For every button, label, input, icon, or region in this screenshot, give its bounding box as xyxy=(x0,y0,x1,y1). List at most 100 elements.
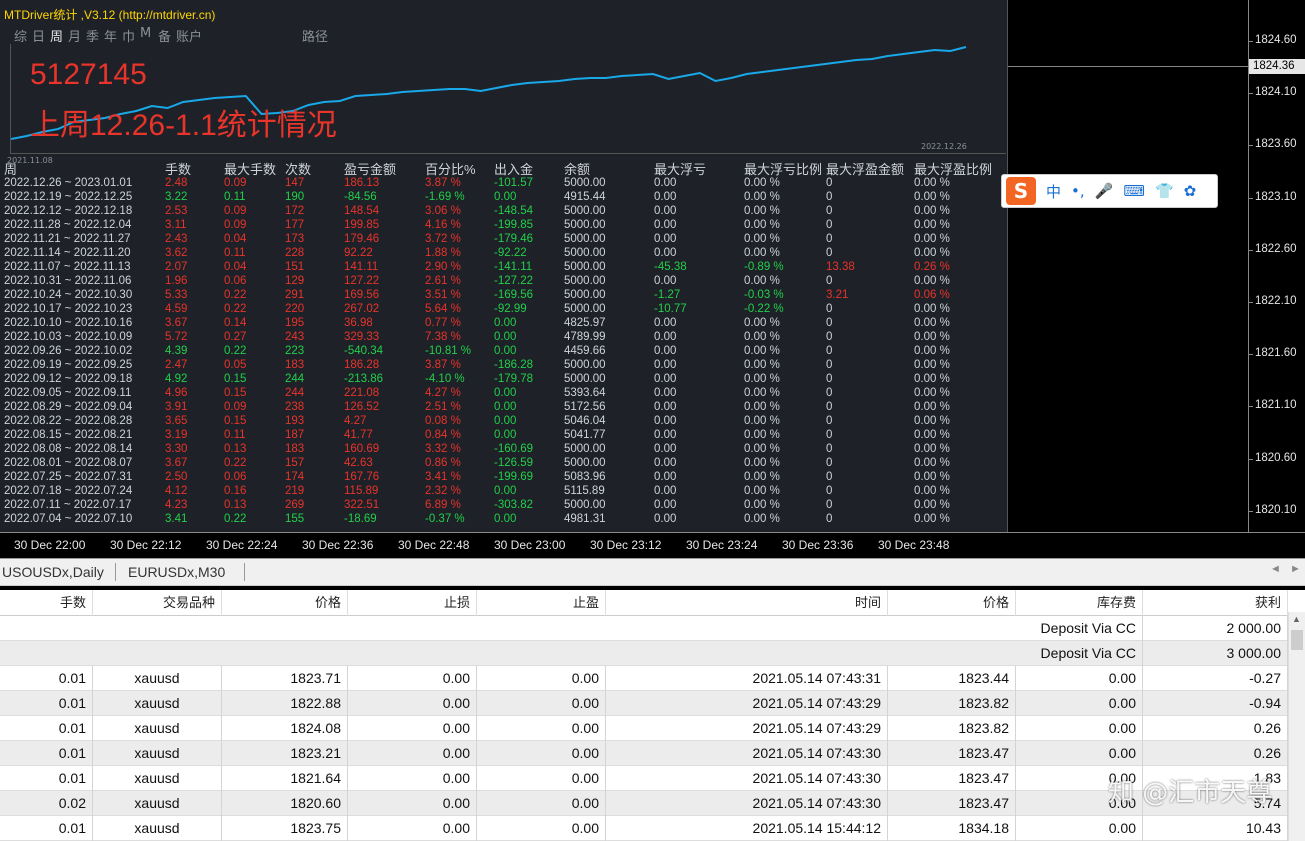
account-number: 5127145 xyxy=(30,58,147,91)
trade-header-cell[interactable]: 库存费 xyxy=(1016,590,1143,616)
ime-microphone-icon[interactable]: 🎤 xyxy=(1095,182,1114,200)
stats-cell-bal: 4825.97 xyxy=(564,317,606,329)
stats-cell-maxgainpct: 0.00 % xyxy=(914,457,950,469)
trade-cell-price: 1823.82 xyxy=(888,716,1016,741)
ime-chinese-toggle[interactable]: 中 xyxy=(1046,181,1061,202)
trade-header-cell[interactable]: 价格 xyxy=(222,590,348,616)
period-tab[interactable]: 备 xyxy=(158,26,176,45)
stats-row: 2022.11.21 ~ 2022.11.27 2.43 0.04 173 179.46… xyxy=(0,232,1007,246)
stats-cell-maxlot: 0.04 xyxy=(224,233,247,245)
trade-row[interactable]: 0.01 xauusd 1823.21 0.00 0.00 2021.05.14 07:4… xyxy=(0,741,1305,766)
period-tab[interactable]: 巾 xyxy=(122,26,140,45)
scroll-left-icon[interactable]: ◄ xyxy=(1270,563,1281,575)
chart-window[interactable]: MTDriver统计 ,V3.12 (http://mtdriver.cn) 综… xyxy=(0,0,1305,558)
stats-cell-count: 147 xyxy=(285,177,305,189)
period-tab[interactable]: M xyxy=(140,26,158,45)
ime-logo-icon[interactable]: S xyxy=(1006,177,1036,205)
stats-cell-flow: -179.46 xyxy=(494,233,534,245)
period-tab[interactable]: 日 xyxy=(32,26,50,45)
stats-cell-flow: -160.69 xyxy=(494,443,534,455)
path-tab[interactable]: 路径 xyxy=(302,26,342,45)
stats-cell-pct: 3.87 % xyxy=(425,359,461,371)
scroll-right-icon[interactable]: ► xyxy=(1290,563,1301,575)
trade-cell-price: 1823.82 xyxy=(888,691,1016,716)
symbol-tab-eurusd[interactable]: EURUSDx,M30 xyxy=(128,564,225,580)
trade-row[interactable]: 0.01 xauusd 1824.08 0.00 0.00 2021.05.14 07:4… xyxy=(0,716,1305,741)
deposit-row[interactable]: Deposit Via CC 2 000.00 xyxy=(0,616,1305,641)
trade-header-cell[interactable]: 止盈 xyxy=(477,590,606,616)
stats-cell-week: 2022.10.17 ~ 2022.10.23 xyxy=(4,303,133,315)
stats-cell-lots: 2.47 xyxy=(165,359,188,371)
stats-cell-maxgainpct: 0.00 % xyxy=(914,205,950,217)
trade-cell-lots: 0.02 xyxy=(0,791,93,816)
stats-cell-maxloss: 0.00 xyxy=(654,219,677,231)
stats-cell-maxlot: 0.11 xyxy=(224,247,246,259)
price-tick-label: 1823.60 xyxy=(1255,138,1297,151)
time-tick-label: 30 Dec 22:12 xyxy=(110,538,182,552)
trade-header-cell[interactable]: 止损 xyxy=(348,590,477,616)
stats-cell-maxlot: 0.11 xyxy=(224,429,246,441)
period-tab[interactable]: 季 xyxy=(86,26,104,45)
trade-cell-time: 2021.05.14 07:43:31 xyxy=(606,666,888,691)
stats-cell-bal: 5000.00 xyxy=(564,247,606,259)
trade-cell-time: 2021.05.14 07:43:30 xyxy=(606,791,888,816)
stats-cell-maxloss: 0.00 xyxy=(654,471,677,483)
stats-row: 2022.12.19 ~ 2022.12.25 3.22 0.11 190 -84.56… xyxy=(0,190,1007,204)
scroll-up-icon[interactable]: ▲ xyxy=(1292,614,1301,624)
scrollbar-thumb[interactable] xyxy=(1291,630,1303,650)
trade-header-cell[interactable]: 手数 xyxy=(0,590,93,616)
trade-header-cell[interactable]: 时间 xyxy=(606,590,888,616)
period-tab[interactable]: 月 xyxy=(68,26,86,45)
stats-cell-maxlosspct: 0.00 % xyxy=(744,499,780,511)
stats-cell-maxlot: 0.13 xyxy=(224,443,247,455)
trade-cell-profit: -0.94 xyxy=(1143,691,1288,716)
stats-cell-bal: 5172.56 xyxy=(564,401,606,413)
stats-cell-maxloss: 0.00 xyxy=(654,401,677,413)
ime-punctuation-icon[interactable]: •, xyxy=(1071,182,1085,200)
stats-cell-lots: 3.11 xyxy=(165,219,187,231)
stats-cell-maxloss: 0.00 xyxy=(654,415,677,427)
stats-cell-pct: 3.87 % xyxy=(425,177,461,189)
stats-panel: MTDriver统计 ,V3.12 (http://mtdriver.cn) 综… xyxy=(0,0,1008,532)
trade-row[interactable]: 0.01 xauusd 1822.88 0.00 0.00 2021.05.14 07:4… xyxy=(0,691,1305,716)
trade-cell-price: 1823.47 xyxy=(888,741,1016,766)
trade-cell-swap: 0.00 xyxy=(1016,716,1143,741)
period-tab[interactable]: 账户 xyxy=(176,26,216,45)
trade-row[interactable]: 0.01 xauusd 1823.75 0.00 0.00 2021.05.14 15:4… xyxy=(0,816,1305,841)
trade-header-cell[interactable]: 交易品种 xyxy=(93,590,222,616)
stats-cell-flow: -303.82 xyxy=(494,499,534,511)
deposit-amount: 2 000.00 xyxy=(1143,616,1288,641)
stats-cell-maxlot: 0.11 xyxy=(224,191,246,203)
stats-cell-pnl: 169.56 xyxy=(344,289,380,301)
ime-keyboard-icon[interactable]: ⌨ xyxy=(1123,182,1145,200)
stats-row: 2022.07.18 ~ 2022.07.24 4.12 0.16 219 115.89… xyxy=(0,484,1007,498)
stats-cell-pct: 2.51 % xyxy=(425,401,461,413)
trade-header-cell[interactable]: 获利 xyxy=(1143,590,1288,616)
trade-row[interactable]: 0.01 xauusd 1823.71 0.00 0.00 2021.05.14 07:4… xyxy=(0,666,1305,691)
trade-header-cell[interactable]: 价格 xyxy=(888,590,1016,616)
period-tab[interactable]: 综 xyxy=(14,26,32,45)
stats-cell-pct: 2.61 % xyxy=(425,275,461,287)
stats-cell-lots: 4.59 xyxy=(165,303,188,315)
stats-cell-bal: 5000.00 xyxy=(564,443,606,455)
stats-cell-maxlot: 0.14 xyxy=(224,317,247,329)
deposit-row[interactable]: Deposit Via CC 3 000.00 xyxy=(0,641,1305,666)
stats-cell-week: 2022.08.29 ~ 2022.09.04 xyxy=(4,401,133,413)
trade-cell-take-profit: 0.00 xyxy=(477,741,606,766)
stats-cell-flow: 0.00 xyxy=(494,415,517,427)
stats-cell-bal: 5000.00 xyxy=(564,219,606,231)
symbol-tab-usousd[interactable]: USOUSDx,Daily xyxy=(2,564,104,580)
ime-toolbar[interactable]: S 中 •, 🎤 ⌨ 👕 ✿ xyxy=(1001,174,1218,208)
ime-skin-icon[interactable]: 👕 xyxy=(1155,182,1174,200)
stats-cell-maxlosspct: 0.00 % xyxy=(744,457,780,469)
trade-cell-profit: 0.26 xyxy=(1143,741,1288,766)
ime-toolbox-icon[interactable]: ✿ xyxy=(1184,182,1197,200)
vertical-scrollbar[interactable]: ▲ xyxy=(1288,612,1305,841)
stats-row: 2022.08.01 ~ 2022.08.07 3.67 0.22 157 42.63 0… xyxy=(0,456,1007,470)
period-tab[interactable]: 年 xyxy=(104,26,122,45)
stats-row: 2022.10.10 ~ 2022.10.16 3.67 0.14 195 36.98 0… xyxy=(0,316,1007,330)
stats-cell-flow: -199.85 xyxy=(494,219,534,231)
stats-cell-lots: 2.07 xyxy=(165,261,188,273)
period-tab[interactable]: 周 xyxy=(50,26,68,45)
stats-cell-bal: 5000.00 xyxy=(564,499,606,511)
